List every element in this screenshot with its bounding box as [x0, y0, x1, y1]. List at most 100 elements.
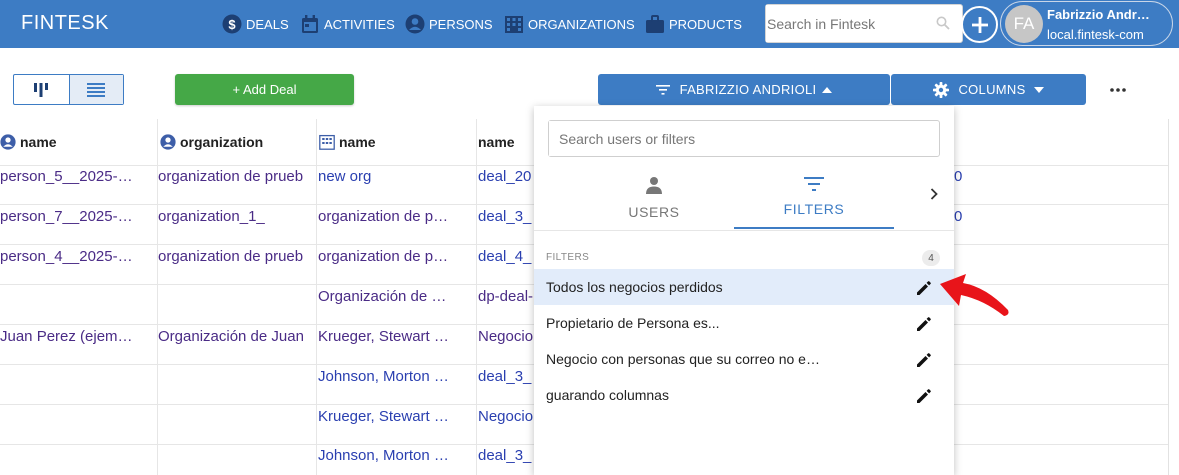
cell-organization-name[interactable]: organization de p… — [318, 197, 470, 237]
building-icon — [319, 134, 335, 150]
calendar-icon — [302, 15, 318, 33]
tab-scroll-next-button[interactable] — [922, 182, 946, 206]
filter-icon — [804, 176, 824, 191]
column-header-label: name — [339, 134, 376, 150]
add-deal-button[interactable]: + Add Deal — [175, 74, 354, 105]
tab-filters-label: FILTERS — [783, 200, 845, 217]
filter-item[interactable]: guarando columnas — [534, 377, 954, 413]
cell-organization-name[interactable]: Johnson, Morton … — [318, 357, 470, 397]
more-options-button[interactable] — [1104, 80, 1132, 100]
gear-icon — [933, 81, 950, 98]
user-host: local.fintesk-com — [1047, 27, 1144, 42]
caret-down-icon — [1033, 86, 1044, 93]
filter-dropdown-panel: USERS FILTERS FILTERS 4 Todos los negoci… — [534, 106, 954, 475]
cell-person-name[interactable] — [0, 436, 152, 475]
column-header-label: name — [478, 134, 515, 150]
filter-item-label: Propietario de Persona es... — [546, 315, 720, 331]
cell-person-name[interactable]: person_4__2025-… — [0, 237, 152, 277]
filter-item[interactable]: Propietario de Persona es... — [534, 305, 954, 341]
filter-icon — [655, 84, 670, 95]
cell-organization[interactable] — [158, 277, 315, 317]
user-name: Fabrizzio Andr… — [1047, 7, 1150, 22]
table-right-border — [1168, 119, 1169, 475]
filter-item[interactable]: Negocio con personas que su correo no e… — [534, 341, 954, 377]
nav-products-label: PRODUCTS — [669, 16, 742, 32]
global-search-input[interactable] — [766, 5, 926, 42]
tab-filters[interactable]: FILTERS — [734, 166, 894, 229]
cell-person-name[interactable] — [0, 357, 152, 397]
cell-person-name[interactable]: Juan Perez (ejem… — [0, 317, 152, 357]
tab-users-label: USERS — [628, 203, 680, 220]
filter-dropdown-button[interactable]: FABRIZZIO ANDRIOLI — [598, 74, 890, 105]
cell-organization-name[interactable]: organization de p… — [318, 237, 470, 277]
cell-organization[interactable]: organization de prueb — [158, 157, 315, 197]
filter-item-label: Negocio con personas que su correo no e… — [546, 351, 820, 367]
nav-activities[interactable]: ACTIVITIES — [300, 12, 395, 36]
nav-persons-label: PERSONS — [429, 16, 493, 32]
quick-add-button[interactable] — [961, 6, 998, 43]
edit-filter-button[interactable] — [914, 386, 934, 406]
chevron-right-icon — [930, 188, 938, 200]
divider — [534, 230, 954, 231]
panel-search-input[interactable] — [549, 121, 919, 156]
nav-organizations[interactable]: ORGANIZATIONS — [504, 12, 635, 36]
cell-person-name[interactable]: person_5__2025-… — [0, 157, 152, 197]
pencil-icon — [917, 353, 931, 367]
cell-deal-name[interactable]: deal_3_ — [478, 357, 534, 397]
nav-products[interactable]: PRODUCTS — [645, 12, 742, 36]
cell-deal-name[interactable]: deal_4_ — [478, 237, 534, 277]
cell-organization[interactable] — [158, 436, 315, 475]
list-icon — [87, 82, 106, 97]
cell-organization[interactable] — [158, 357, 315, 397]
cell-organization-name[interactable]: Organización de … — [318, 277, 470, 317]
cell-deal-name[interactable]: deal_3_ — [478, 436, 534, 475]
briefcase-icon — [646, 15, 664, 33]
search-icon — [936, 16, 950, 30]
cell-deal-name[interactable]: Negocio — [478, 397, 534, 437]
global-search — [765, 4, 963, 43]
cell-organization[interactable]: Organización de Juan — [158, 317, 315, 357]
cell-fragment[interactable]: 0 — [954, 157, 964, 197]
nav-deals[interactable]: $ DEALS — [222, 12, 289, 36]
filter-item-label: Todos los negocios perdidos — [546, 279, 723, 295]
brand-logo[interactable]: FINTESK — [21, 12, 109, 35]
panel-search — [548, 120, 940, 157]
list-view-button[interactable] — [68, 75, 123, 104]
cell-organization[interactable]: organization_1_ — [158, 197, 315, 237]
columns-label: COLUMNS — [958, 82, 1026, 97]
cell-deal-name[interactable]: deal_3_ — [478, 197, 534, 237]
cell-fragment[interactable]: 0 — [954, 197, 964, 237]
cell-organization-name[interactable]: Krueger, Stewart … — [318, 397, 470, 437]
nav-persons[interactable]: PERSONS — [405, 12, 493, 36]
cell-organization-name[interactable]: new org — [318, 157, 470, 197]
cell-organization-name[interactable]: Krueger, Stewart … — [318, 317, 470, 357]
cell-organization[interactable] — [158, 397, 315, 437]
columns-button[interactable]: COLUMNS — [891, 74, 1086, 105]
pipeline-icon — [34, 82, 49, 97]
cell-organization-name[interactable]: Johnson, Morton … — [318, 436, 470, 475]
caret-up-icon — [822, 86, 833, 93]
cell-person-name[interactable] — [0, 397, 152, 437]
cell-deal-name[interactable]: deal_20 — [478, 157, 534, 197]
cell-person-name[interactable]: person_7__2025-… — [0, 197, 152, 237]
cell-deal-name[interactable]: Negocio — [478, 317, 534, 357]
person-circle-icon — [0, 134, 16, 150]
cell-person-name[interactable] — [0, 277, 152, 317]
person-circle-icon — [160, 134, 176, 150]
edit-filter-button[interactable] — [914, 278, 934, 298]
column-divider — [476, 119, 477, 475]
building-icon — [505, 16, 523, 33]
section-count-badge: 4 — [922, 250, 940, 266]
pipeline-view-button[interactable] — [14, 75, 69, 104]
tab-users[interactable]: USERS — [574, 166, 734, 229]
pencil-icon — [917, 389, 931, 403]
cell-deal-name[interactable]: dp-deal- — [478, 277, 534, 317]
avatar: FA — [1005, 5, 1043, 43]
edit-filter-button[interactable] — [914, 350, 934, 370]
cell-organization[interactable]: organization de prueb — [158, 237, 315, 277]
edit-filter-button[interactable] — [914, 314, 934, 334]
person-circle-icon — [405, 14, 425, 34]
filter-item[interactable]: Todos los negocios perdidos — [534, 269, 954, 305]
nav-deals-label: DEALS — [246, 16, 289, 32]
user-menu[interactable]: FA Fabrizzio Andr… local.fintesk-com — [1000, 1, 1173, 46]
